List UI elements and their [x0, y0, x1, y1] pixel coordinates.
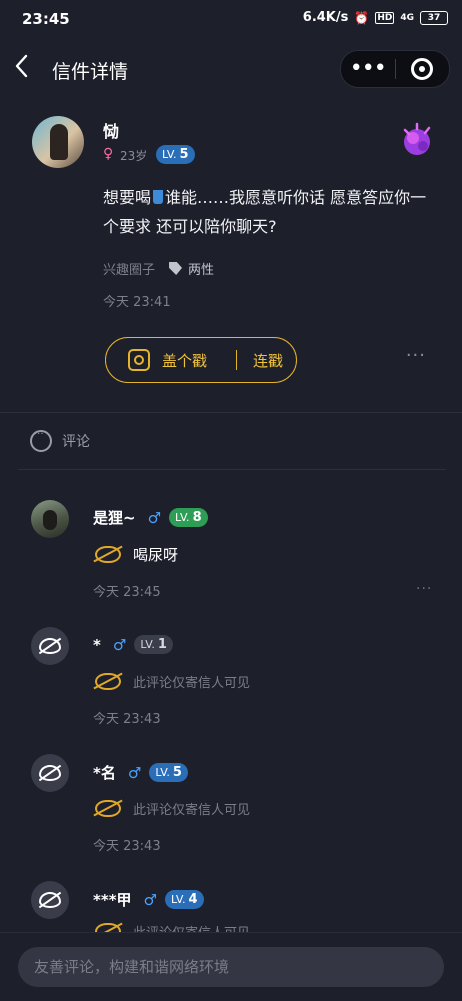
target-circle-icon[interactable]	[395, 58, 449, 80]
level-number: 8	[192, 510, 202, 525]
male-icon: ♂	[112, 635, 127, 654]
restamp-button[interactable]: 连戳	[253, 350, 283, 371]
level-prefix: LV.	[175, 511, 190, 524]
stamp-button[interactable]: 盖个戳	[106, 349, 228, 371]
hidden-eye-icon	[95, 800, 121, 817]
level-prefix: LV.	[171, 893, 186, 906]
commenter-name[interactable]: *名	[93, 762, 116, 783]
comment-time: 今天 23:43	[93, 839, 161, 854]
post-more-icon[interactable]: ···	[406, 345, 426, 366]
comment-more-icon[interactable]: ···	[416, 581, 432, 597]
mini-program-capsule: •••	[340, 50, 450, 88]
male-icon: ♂	[147, 508, 162, 527]
stamp-label: 盖个戳	[162, 351, 208, 370]
level-badge: LV. 5	[156, 145, 195, 164]
post-content-part1: 想要喝	[103, 188, 152, 207]
tag-icon	[169, 262, 183, 275]
topic-tag-label: 两性	[188, 263, 215, 278]
eye-off-icon	[39, 638, 61, 654]
commenter-name[interactable]: ***甲	[93, 889, 132, 910]
comments-header-label: 评论	[62, 434, 90, 450]
level-prefix: LV.	[140, 638, 155, 651]
comment-header: * ♂ LV. 1	[93, 635, 173, 654]
anonymous-avatar[interactable]	[31, 881, 69, 919]
post-content-part2: 谁能……我愿意听你话 愿意答应你一个要求 还可以陪你聊天?	[103, 188, 427, 236]
stamp-button-group: 盖个戳 连戳	[105, 337, 297, 383]
comment-body: 此评论仅寄信人可见	[95, 799, 250, 818]
author-age: 23岁	[120, 149, 148, 163]
level-badge: LV. 1	[134, 635, 173, 654]
hidden-eye-icon	[95, 673, 121, 690]
post-tags: 兴趣圈子 两性	[103, 259, 214, 278]
signal-icon: 4G	[400, 12, 414, 23]
female-icon: ♀	[103, 146, 114, 162]
chevron-left-icon[interactable]	[14, 54, 40, 84]
status-bar: 23:45 6.4K/s ⏰ HD 4G 37	[0, 0, 462, 40]
comment-header: ***甲 ♂ LV. 4	[93, 889, 204, 910]
post-content: 想要喝 谁能……我愿意听你话 愿意答应你一个要求 还可以陪你聊天?	[103, 183, 433, 241]
male-icon: ♂	[143, 890, 157, 909]
comment-text: 喝尿呀	[133, 546, 179, 564]
commenter-name[interactable]: 是狸~	[93, 507, 136, 528]
comment-hidden-hint: 此评论仅寄信人可见	[133, 803, 251, 818]
stamp-divider	[236, 350, 237, 370]
stamp-icon	[128, 349, 150, 371]
battery-icon: 37	[420, 10, 448, 25]
level-number: 1	[157, 637, 167, 652]
comment-body: 喝尿呀	[95, 544, 178, 565]
comment-input[interactable]	[18, 947, 444, 987]
commenter-name[interactable]: *	[93, 636, 101, 654]
eye-off-icon	[39, 892, 61, 908]
level-prefix: LV.	[162, 148, 177, 161]
post-time: 今天 23:41	[103, 295, 171, 310]
comment-hidden-hint: 此评论仅寄信人可见	[133, 676, 251, 691]
level-badge: LV. 8	[169, 508, 208, 527]
circle-label[interactable]: 兴趣圈子	[103, 259, 155, 278]
comments-divider	[18, 469, 446, 470]
hidden-eye-icon	[95, 546, 121, 563]
level-badge: LV. 5	[149, 763, 188, 782]
anonymous-avatar[interactable]	[31, 754, 69, 792]
page-title: 信件详情	[52, 61, 129, 83]
comment-header: *名 ♂ LV. 5	[93, 762, 188, 783]
comment-time: 今天 23:45	[93, 585, 161, 600]
comment-body: 此评论仅寄信人可见	[95, 672, 250, 691]
level-number: 5	[172, 765, 182, 780]
network-speed: 6.4K/s	[302, 10, 349, 25]
comments-header: 评论	[30, 429, 90, 452]
male-icon: ♂	[127, 763, 142, 782]
eye-off-icon	[39, 765, 61, 781]
comment-header: 是狸~ ♂ LV. 8	[93, 507, 208, 528]
level-prefix: LV.	[155, 766, 170, 779]
status-right: 6.4K/s ⏰ HD 4G 37	[303, 10, 448, 25]
comment-time: 今天 23:43	[93, 712, 161, 727]
status-time: 23:45	[22, 10, 70, 28]
topic-tag[interactable]: 两性	[169, 259, 214, 278]
drink-cup-icon	[153, 190, 164, 204]
navigation-bar: 信件详情 •••	[0, 44, 462, 96]
level-number: 5	[179, 147, 189, 162]
level-badge: LV. 4	[165, 890, 204, 909]
comment-bubble-icon	[30, 429, 52, 452]
more-dots-icon[interactable]: •••	[341, 58, 395, 80]
alarm-icon: ⏰	[354, 10, 370, 25]
author-name[interactable]: 恸	[103, 118, 119, 142]
author-avatar[interactable]	[32, 116, 84, 168]
level-number: 4	[188, 892, 198, 907]
commenter-avatar[interactable]	[31, 500, 69, 538]
anonymous-avatar[interactable]	[31, 627, 69, 665]
achievement-badge-icon[interactable]	[399, 120, 435, 160]
hd-icon: HD	[375, 11, 395, 24]
section-divider	[0, 412, 462, 413]
